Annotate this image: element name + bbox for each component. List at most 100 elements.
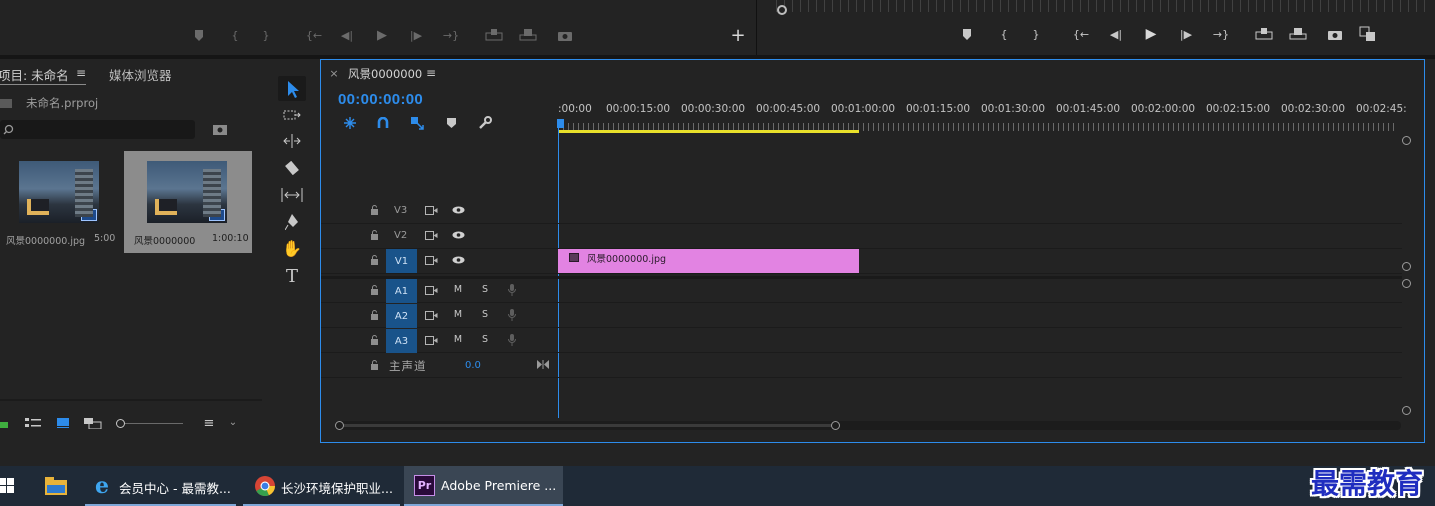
snap-magnet-icon[interactable] (375, 115, 391, 131)
overwrite-icon[interactable] (518, 27, 538, 43)
playhead-handle[interactable] (777, 5, 787, 15)
icon-view-icon[interactable] (56, 417, 70, 429)
lock-icon[interactable] (369, 254, 379, 266)
hand-tool-icon[interactable]: ✋ (282, 239, 302, 259)
go-to-end-icon[interactable] (536, 358, 550, 370)
export-frame-icon[interactable] (1326, 26, 1344, 42)
razor-tool-icon[interactable] (282, 159, 302, 177)
eye-icon[interactable] (451, 204, 465, 216)
project-item-selected[interactable]: 风景0000000 1:00:10 (124, 151, 252, 253)
linked-selection-icon[interactable] (409, 115, 425, 131)
microphone-icon[interactable] (506, 333, 518, 347)
sequence-tab[interactable]: 风景0000000 (348, 66, 422, 82)
insert-icon[interactable] (484, 27, 504, 43)
comparison-view-icon[interactable] (1358, 25, 1378, 43)
playhead-timecode[interactable]: 00:00:00:00 (338, 91, 423, 108)
export-frame-icon[interactable] (556, 27, 574, 43)
sync-lock-icon[interactable] (424, 334, 438, 346)
eye-icon[interactable] (451, 229, 465, 241)
sync-lock-icon[interactable] (424, 204, 438, 216)
scroll-handle[interactable] (335, 421, 344, 430)
pen-tool-icon[interactable] (282, 213, 302, 231)
zoom-slider-handle[interactable] (116, 419, 125, 428)
source-patch-a1[interactable]: A1 (386, 279, 417, 303)
scroll-thumb[interactable] (344, 424, 831, 427)
lock-icon[interactable] (369, 309, 379, 321)
time-ruler[interactable]: :00:00 00:00:15:00 00:00:30:00 00:00:45:… (558, 103, 1407, 134)
marker-icon[interactable] (960, 26, 974, 42)
step-forward-icon[interactable]: |▶ (408, 27, 424, 43)
playhead-marker[interactable] (557, 119, 564, 128)
lift-icon[interactable] (1254, 26, 1274, 42)
file-explorer-icon[interactable] (44, 475, 68, 497)
track-row-a2[interactable]: A2 M S (321, 303, 1402, 328)
play-icon[interactable]: ▶ (1143, 26, 1159, 42)
sync-lock-icon[interactable] (424, 254, 438, 266)
track-row-v2[interactable]: V2 (321, 224, 1402, 249)
scroll-handle[interactable] (831, 421, 840, 430)
video-clip[interactable]: 风景0000000.jpg (558, 249, 859, 273)
lock-icon[interactable] (369, 284, 379, 296)
search-input[interactable] (0, 120, 195, 139)
track-row-a1[interactable]: A1 M S (321, 278, 1402, 303)
sync-lock-icon[interactable] (424, 284, 438, 296)
source-patch-a2[interactable]: A2 (386, 304, 417, 328)
project-item[interactable]: 风景0000000.jpg 5:00 (0, 151, 120, 253)
track-row-master[interactable]: 主声道 0.0 (321, 353, 1402, 378)
master-volume-value[interactable]: 0.0 (465, 360, 481, 371)
mute-button[interactable]: M (452, 284, 464, 296)
track-row-v1[interactable]: V1 风景0000000.jpg (321, 249, 1402, 274)
mark-out-icon[interactable]: } (1030, 26, 1042, 42)
mark-in-icon[interactable]: { (998, 26, 1010, 42)
step-forward-icon[interactable]: |▶ (1178, 26, 1194, 42)
go-to-in-icon[interactable]: {← (1072, 26, 1090, 42)
mute-button[interactable]: M (452, 334, 464, 346)
chevron-down-icon[interactable]: ⌄ (226, 416, 240, 430)
sync-lock-icon[interactable] (424, 309, 438, 321)
add-marker-icon[interactable] (443, 115, 459, 131)
marker-icon[interactable] (192, 28, 206, 42)
source-patch-a3[interactable]: A3 (386, 329, 417, 353)
solo-button[interactable]: S (479, 309, 491, 321)
taskbar-item-ie[interactable]: e 会员中心 - 最需教... (85, 466, 236, 506)
taskbar-item-chrome[interactable]: 长沙环境保护职业... (243, 466, 400, 506)
panel-menu-icon[interactable]: ≡ (425, 67, 437, 79)
step-back-icon[interactable]: ◀| (339, 27, 355, 43)
scroll-handle[interactable] (1402, 136, 1411, 145)
slip-tool-icon[interactable] (280, 186, 304, 204)
sync-lock-icon[interactable] (424, 229, 438, 241)
lock-icon[interactable] (369, 204, 379, 216)
scroll-handle[interactable] (1402, 262, 1411, 271)
nest-sequence-icon[interactable] (342, 115, 358, 131)
type-tool-icon[interactable]: T (282, 267, 302, 287)
source-patch-v1[interactable]: V1 (386, 249, 417, 273)
work-area-bar[interactable] (558, 130, 859, 133)
ripple-edit-tool-icon[interactable] (282, 133, 302, 149)
microphone-icon[interactable] (506, 308, 518, 322)
track-row-v3[interactable]: V3 (321, 199, 1402, 224)
track-select-tool-icon[interactable] (282, 107, 302, 123)
new-search-bin-icon[interactable] (212, 121, 228, 137)
eye-icon[interactable] (451, 254, 465, 266)
tab-project[interactable]: 项目: 未命名 (0, 65, 69, 84)
scroll-handle[interactable] (1402, 279, 1411, 288)
go-to-in-icon[interactable]: {← (305, 27, 323, 43)
solo-button[interactable]: S (479, 334, 491, 346)
close-tab-icon[interactable]: × (329, 67, 339, 79)
tab-media-browser[interactable]: 媒体浏览器 (109, 65, 172, 84)
go-to-out-icon[interactable]: →} (442, 27, 460, 43)
lock-icon[interactable] (369, 334, 379, 346)
list-view-icon[interactable] (24, 417, 42, 429)
extract-icon[interactable] (1288, 26, 1308, 42)
microphone-icon[interactable] (506, 283, 518, 297)
mute-button[interactable]: M (452, 309, 464, 321)
selection-tool[interactable] (278, 76, 306, 101)
scroll-handle[interactable] (1402, 406, 1411, 415)
panel-menu-icon[interactable]: ≡ (75, 66, 87, 80)
video-scroll[interactable] (1402, 136, 1414, 271)
program-ruler[interactable] (776, 0, 1426, 12)
solo-button[interactable]: S (479, 284, 491, 296)
windows-start-icon[interactable] (0, 476, 14, 496)
go-to-out-icon[interactable]: →} (1212, 26, 1230, 42)
add-button-icon[interactable]: + (730, 27, 746, 45)
